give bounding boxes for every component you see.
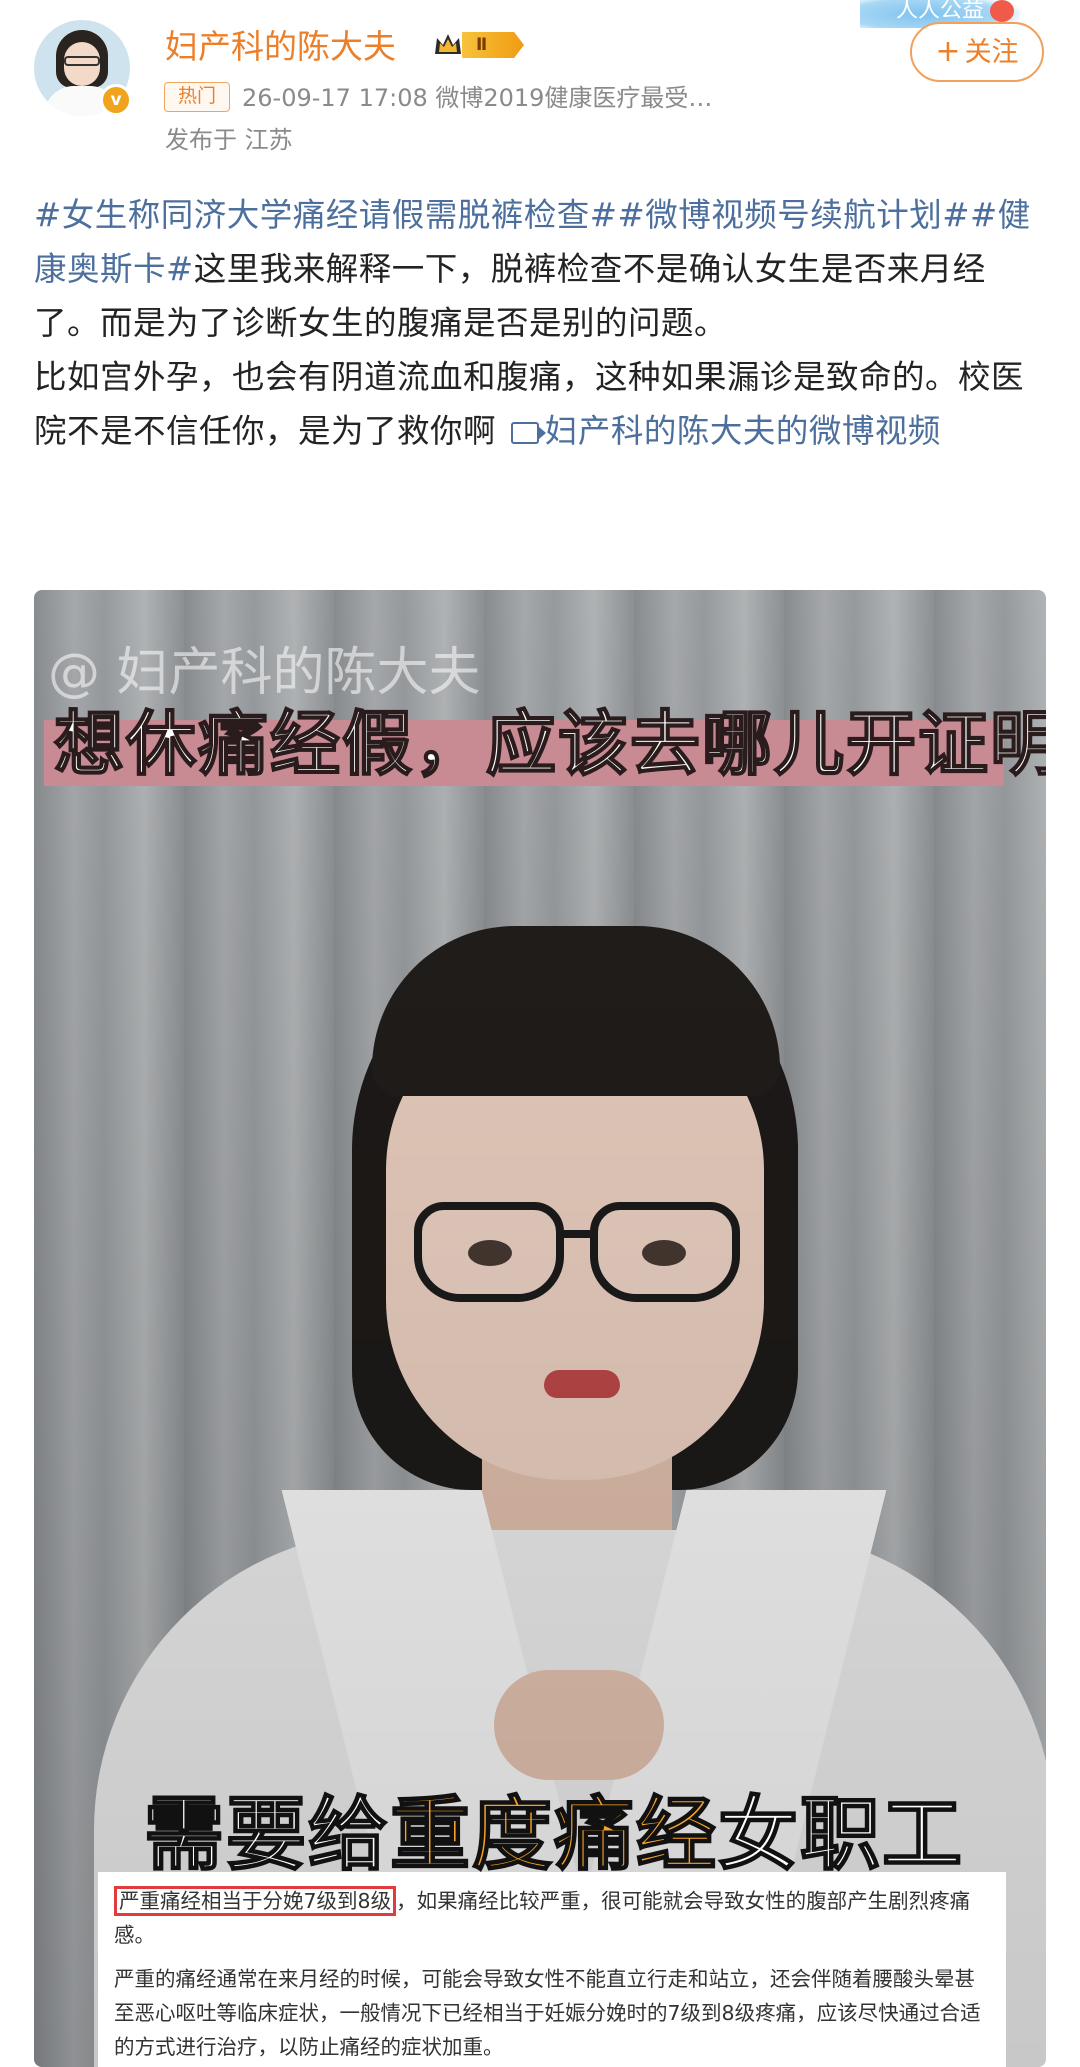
video-camera-icon [510,422,546,444]
video-title: 想休痛经假，应该去哪儿开证明？ [53,702,1046,786]
post-text: #女生称同济大学痛经请假需脱裤检查##微博视频号续航计划##健康奥斯卡#这里我来… [34,188,1044,458]
gongyi-mascot-icon [990,0,1014,22]
article-snippet: 严重痛经相当于分娩7级到8级 ，如果痛经比较严重，很可能就会导致女性的腹部产生剧烈… [98,1872,1006,2067]
follow-button[interactable]: + 关注 [910,22,1044,82]
snippet-paragraph-2: 严重的痛经通常在来月经的时候，可能会导致女性不能直立行走和站立，还会伴随着腰酸头… [114,1967,981,2059]
subtitle-highlight: 重度痛经 [389,1787,718,1882]
subtitle-text: 需要给 [143,1787,390,1882]
video-subtitle: 需要给重度痛经女职工 [143,1770,964,1886]
avatar-glasses [64,56,100,66]
hot-tag: 热门 [164,82,230,112]
post-meta[interactable]: 26-09-17 17:08 微博2019健康医疗最受… [242,78,712,113]
post-paragraph-2: 比如宫外孕，也会有阴道流血和腹痛，这种如果漏诊是致命的。校医院不是不信任你，是为… [34,350,1044,458]
post-location: 发布于 江苏 [165,126,293,154]
video-link-label: 妇产科的陈大夫的微博视频 [544,412,941,450]
snippet-highlight-box: 严重痛经相当于分娩7级到8级 [114,1886,397,1916]
subtitle-text: 女职工 [717,1787,964,1882]
hashtag-link[interactable]: #微博视频号续航计划# [617,196,969,234]
follow-label: 关注 [964,37,1019,68]
video-player[interactable]: @ 妇产科的陈大夫 想休痛经假，应该去哪儿开证明？ 需要给重度痛经女职工 严重痛… [34,590,1046,2067]
crown-icon [435,34,461,54]
verified-badge-icon: v [100,84,132,116]
level-badge: Ⅱ [462,32,524,58]
snippet-paragraph-1: 严重痛经相当于分娩7级到8级 ，如果痛经比较严重，很可能就会导致女性的腹部产生剧烈… [114,1884,992,1952]
hashtag-link[interactable]: #女生称同济大学痛经请假需脱裤检查# [34,196,617,234]
video-link[interactable]: 妇产科的陈大夫的微博视频 [507,412,941,450]
post-paragraph-1: #女生称同济大学痛经请假需脱裤检查##微博视频号续航计划##健康奥斯卡#这里我来… [34,188,1044,350]
username[interactable]: 妇产科的陈大夫 [165,20,396,68]
plus-icon: + [935,34,961,69]
